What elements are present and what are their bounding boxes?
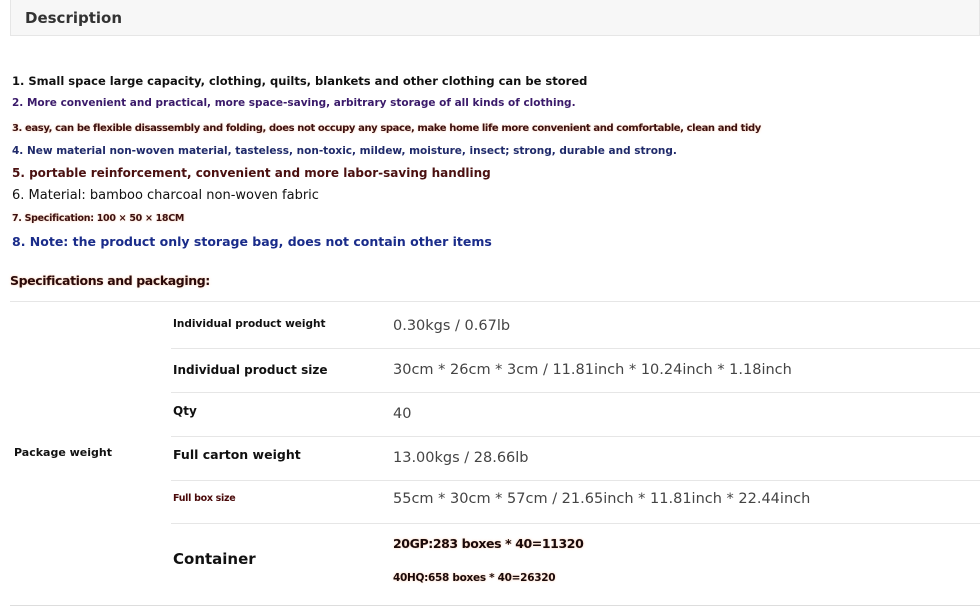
spec-value: 30cm * 26cm * 3cm / 11.81inch * 10.24inc… (393, 362, 792, 378)
container-20gp-value: 20GP:283 boxes * 40=11320 (393, 536, 584, 551)
specifications-table: Package weight Individual product weight… (10, 301, 980, 606)
spec-label: Qty (173, 404, 197, 418)
description-line-8: 8. Note: the product only storage bag, d… (12, 234, 492, 249)
description-line-4: 4. New material non-woven material, tast… (12, 145, 677, 157)
spec-row-carton-weight: Full carton weight 13.00kgs / 28.66lb (171, 437, 980, 481)
spec-row-product-size: Individual product size 30cm * 26cm * 3c… (171, 349, 980, 393)
package-weight-label: Package weight (14, 446, 112, 459)
spec-value: 0.30kgs / 0.67lb (393, 318, 511, 334)
description-line-7: 7. Specification: 100 × 50 × 18CM (12, 213, 185, 224)
spec-value: 13.00kgs / 28.66lb (393, 450, 529, 466)
spec-value: 55cm * 30cm * 57cm / 21.65inch * 11.81in… (393, 491, 811, 507)
spec-label: Full carton weight (173, 447, 301, 462)
spec-row-product-weight: Individual product weight 0.30kgs / 0.67… (171, 302, 980, 349)
description-line-5: 5. portable reinforcement, convenient an… (12, 166, 491, 180)
spec-value: 40 (393, 406, 412, 422)
spec-label: Individual product size (173, 363, 328, 377)
description-line-2: 2. More convenient and practical, more s… (12, 97, 576, 109)
spec-label: Full box size (173, 493, 236, 504)
spec-row-qty: Qty 40 (171, 393, 980, 437)
description-line-3: 3. easy, can be flexible disassembly and… (12, 123, 761, 134)
spec-label: Individual product weight (173, 318, 326, 330)
spec-row-box-size: Full box size 55cm * 30cm * 57cm / 21.65… (171, 481, 980, 524)
container-40hq-value: 40HQ:658 boxes * 40=26320 (393, 572, 556, 584)
spec-row-container: Container 20GP:283 boxes * 40=11320 40HQ… (171, 524, 980, 604)
description-title: Description (25, 9, 123, 27)
spec-label: Container (173, 550, 256, 568)
specifications-title: Specifications and packaging: (10, 273, 210, 288)
description-line-6: 6. Material: bamboo charcoal non-woven f… (12, 188, 319, 203)
description-header: Description (10, 0, 980, 36)
description-line-1: 1. Small space large capacity, clothing,… (12, 74, 588, 88)
